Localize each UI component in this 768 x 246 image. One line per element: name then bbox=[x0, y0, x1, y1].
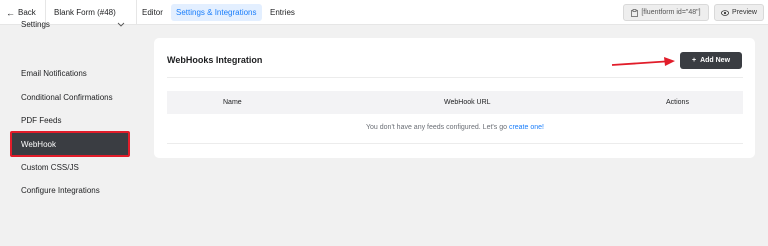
chevron-down-icon bbox=[117, 22, 125, 27]
column-header-webhook-url: WebHook URL bbox=[444, 99, 491, 106]
sidebar-item-configure-integrations[interactable]: Configure Integrations bbox=[21, 183, 100, 197]
sidebar-item-settings[interactable]: Settings bbox=[21, 17, 125, 31]
add-new-label: Add New bbox=[700, 57, 731, 64]
shortcode-text: [fluentform id="48"] bbox=[641, 9, 701, 16]
add-new-button[interactable]: + Add New bbox=[680, 52, 742, 69]
create-one-link[interactable]: create one! bbox=[509, 124, 544, 131]
page-title: WebHooks Integration bbox=[167, 55, 263, 65]
arrow-left-icon: ← bbox=[6, 7, 15, 18]
header-divider bbox=[167, 77, 743, 78]
webhooks-card: WebHooks Integration + Add New Name WebH… bbox=[154, 38, 755, 158]
plus-icon: + bbox=[691, 57, 697, 64]
tab-editor[interactable]: Editor bbox=[137, 4, 168, 21]
shortcode-copy-button[interactable]: [fluentform id="48"] bbox=[623, 4, 709, 21]
eye-icon bbox=[721, 9, 730, 16]
empty-state-message: You don't have any feeds configured. Let… bbox=[167, 124, 743, 131]
empty-state-text: You don't have any feeds configured. Let… bbox=[366, 124, 507, 131]
column-header-name: Name bbox=[223, 99, 242, 106]
sidebar-item-custom-css-js[interactable]: Custom CSS/JS bbox=[21, 160, 79, 174]
tab-settings-integrations[interactable]: Settings & Integrations bbox=[171, 4, 262, 21]
sidebar-item-pdf-feeds[interactable]: PDF Feeds bbox=[21, 113, 61, 127]
preview-button[interactable]: Preview bbox=[714, 4, 764, 21]
column-header-actions: Actions bbox=[666, 99, 689, 106]
sidebar-item-label: Settings bbox=[21, 19, 50, 29]
preview-label: Preview bbox=[732, 9, 757, 16]
sidebar-item-webhook[interactable]: WebHook bbox=[10, 131, 130, 157]
table-divider bbox=[167, 143, 743, 144]
tab-entries[interactable]: Entries bbox=[265, 4, 300, 21]
clipboard-icon bbox=[631, 8, 639, 17]
sidebar-item-conditional-confirmations[interactable]: Conditional Confirmations bbox=[21, 90, 113, 104]
table-header: Name WebHook URL Actions bbox=[167, 91, 743, 114]
back-label: Back bbox=[18, 8, 36, 17]
sidebar-item-email-notifications[interactable]: Email Notifications bbox=[21, 66, 87, 80]
